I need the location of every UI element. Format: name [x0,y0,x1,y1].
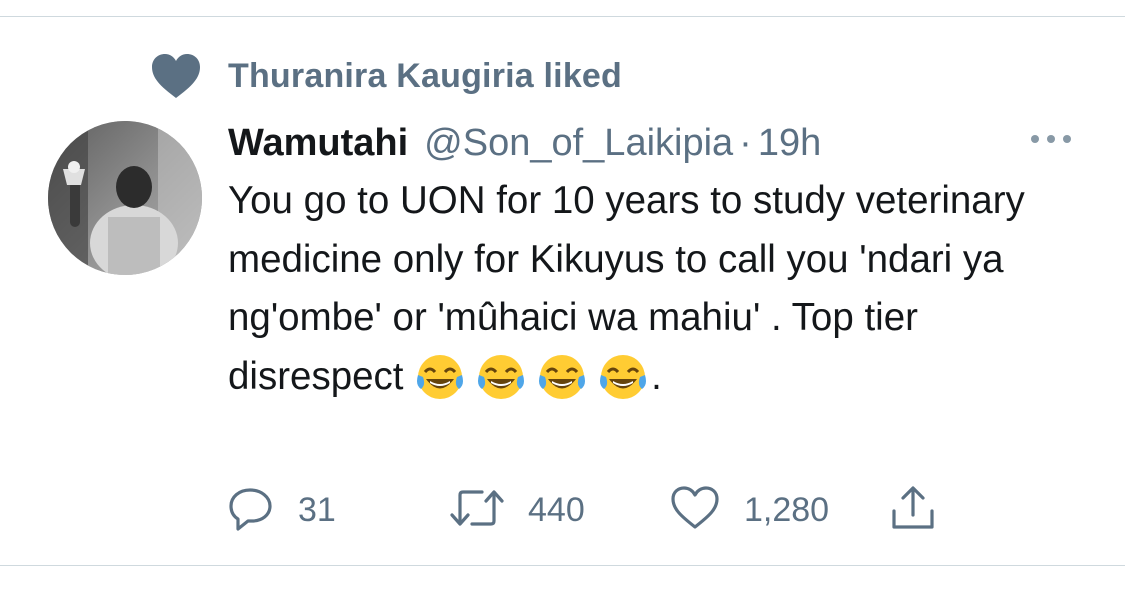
tweet-text-end: . [651,354,662,398]
tweet-timestamp[interactable]: 19h [758,122,821,165]
reply-count: 31 [298,490,336,529]
tweet-actions: 31 440 1,280 [228,484,988,536]
more-dots-icon [1029,132,1073,150]
tweet-header: Wamutahi @Son_of_Laikipia · 19h [228,118,1088,168]
liked-by-text[interactable]: Thuranira Kaugiria liked [228,57,622,96]
laughing-tears-emoji-icon [414,351,466,403]
author-handle[interactable]: @Son_of_Laikipia [424,122,733,165]
top-divider [0,16,1125,17]
heart-outline-icon [670,485,720,536]
share-icon [888,483,938,538]
social-context[interactable]: Thuranira Kaugiria liked [150,52,622,100]
retweet-count: 440 [528,490,585,529]
author-name[interactable]: Wamutahi [228,122,408,165]
reply-button[interactable]: 31 [228,484,336,536]
laughing-tears-emoji-icon [597,351,649,403]
laughing-tears-emoji-icon [475,351,527,403]
share-button[interactable] [888,484,938,536]
author-avatar[interactable] [48,121,202,275]
bottom-divider [0,565,1125,566]
retweet-button[interactable]: 440 [450,484,585,536]
heart-filled-icon [150,52,202,100]
reply-icon [228,485,274,536]
tweet-page: Thuranira Kaugiria liked Wamutahi @Son_o [0,0,1125,591]
like-button[interactable]: 1,280 [670,484,829,536]
laughing-tears-emoji-icon [536,351,588,403]
like-count: 1,280 [744,490,830,529]
header-separator: · [739,121,752,164]
more-options-button[interactable] [1027,126,1075,156]
tweet-text: You go to UON for 10 years to study vete… [228,172,1088,406]
retweet-icon [450,485,504,536]
